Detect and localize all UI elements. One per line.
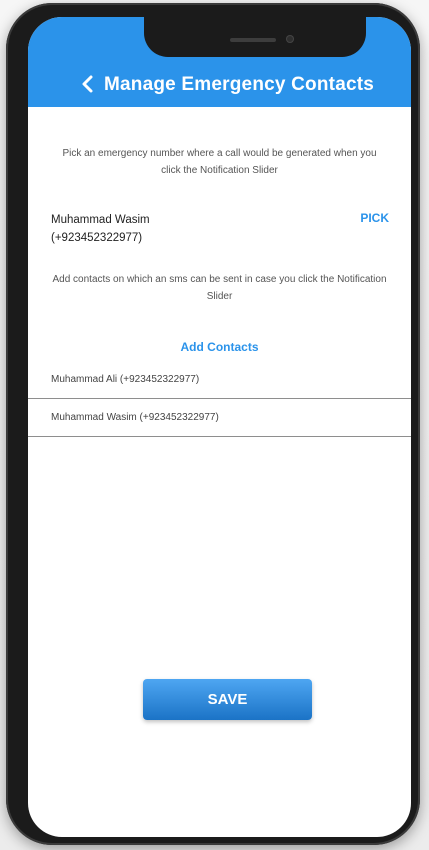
phone-frame: Manage Emergency Contacts Pick an emerge… <box>6 3 420 845</box>
add-contacts-button[interactable]: Add Contacts <box>28 340 411 354</box>
sms-contact-list: Muhammad Ali (+923452322977) Muhammad Wa… <box>28 361 411 437</box>
list-item-label: Muhammad Wasim (+923452322977) <box>51 412 219 423</box>
background: Manage Emergency Contacts Pick an emerge… <box>0 0 429 850</box>
page-title: Manage Emergency Contacts <box>104 74 375 95</box>
emergency-number-description: Pick an emergency number where a call wo… <box>62 148 377 176</box>
contact-number: (+923452322977) <box>51 232 143 244</box>
save-button[interactable]: SAVE <box>143 679 312 720</box>
pick-button[interactable]: PICK <box>360 211 389 225</box>
app-screen: Manage Emergency Contacts Pick an emerge… <box>28 17 411 837</box>
speaker-grille <box>230 38 276 42</box>
front-camera-icon <box>286 35 294 43</box>
list-item[interactable]: Muhammad Ali (+923452322977) <box>28 361 411 399</box>
phone-notch <box>144 17 366 57</box>
contact-name: Muhammad Wasim <box>51 214 150 226</box>
list-item-label: Muhammad Ali (+923452322977) <box>51 374 200 385</box>
list-item[interactable]: Muhammad Wasim (+923452322977) <box>28 399 411 437</box>
chevron-left-icon[interactable] <box>80 73 96 95</box>
selected-emergency-contact: Muhammad Wasim (+923452322977) <box>51 211 311 247</box>
sms-contacts-description: Add contacts on which an sms can be sent… <box>52 274 387 302</box>
